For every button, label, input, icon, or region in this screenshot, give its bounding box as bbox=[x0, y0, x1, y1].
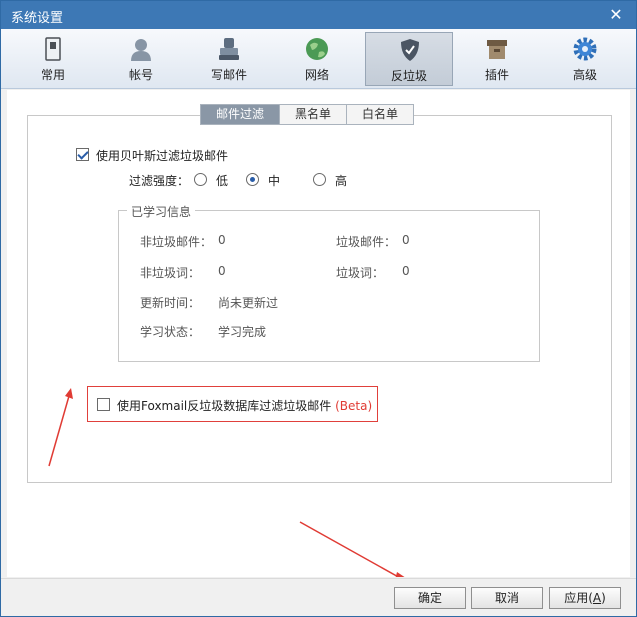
gear-icon bbox=[573, 37, 597, 61]
title-bar: 系统设置 ✕ bbox=[1, 1, 636, 29]
strength-medium-radio[interactable] bbox=[246, 173, 259, 186]
learn-state-value: 学习完成 bbox=[218, 325, 267, 339]
spam-mail-label: 垃圾邮件： bbox=[336, 235, 397, 249]
filter-panel: 使用贝叶斯过滤垃圾邮件 过滤强度： 低 中 高 已学习信息 非垃圾邮件： 0 垃… bbox=[27, 115, 612, 483]
bayes-checkbox[interactable] bbox=[76, 148, 89, 161]
shield-icon bbox=[401, 39, 419, 61]
tab-antispam[interactable]: 反垃圾 bbox=[365, 32, 453, 86]
strength-label: 过滤强度： bbox=[129, 174, 190, 188]
box-icon bbox=[487, 40, 507, 59]
update-time-label: 更新时间： bbox=[140, 296, 201, 310]
filter-subtabs: 邮件过滤 黑名单 白名单 bbox=[200, 104, 415, 125]
nonspam-word-value: 0 bbox=[218, 264, 226, 278]
globe-icon bbox=[306, 38, 328, 60]
strength-medium-label: 中 bbox=[268, 174, 281, 188]
strength-high-label: 高 bbox=[335, 174, 348, 188]
nonspam-mail-label: 非垃圾邮件： bbox=[140, 235, 213, 249]
foxmail-db-highlight: 使用Foxmail反垃圾数据库过滤垃圾邮件 (Beta) bbox=[87, 386, 378, 422]
tab-advanced[interactable]: 高级 bbox=[541, 32, 629, 86]
nonspam-word-label: 非垃圾词： bbox=[140, 266, 201, 280]
strength-high-radio[interactable] bbox=[313, 173, 326, 186]
strength-low-label: 低 bbox=[216, 174, 229, 188]
stamp-icon bbox=[219, 38, 239, 60]
content-area: 使用贝叶斯过滤垃圾邮件 过滤强度： 低 中 高 已学习信息 非垃圾邮件： 0 垃… bbox=[7, 90, 630, 577]
tab-account[interactable]: 帐号 bbox=[97, 32, 185, 86]
learned-info-title: 已学习信息 bbox=[127, 203, 196, 220]
arrow-to-ok bbox=[299, 521, 400, 577]
subtab-blacklist[interactable]: 黑名单 bbox=[279, 104, 348, 125]
strength-low-radio[interactable] bbox=[194, 173, 207, 186]
spam-word-label: 垃圾词： bbox=[336, 266, 385, 280]
apply-button[interactable]: 应用(A) bbox=[549, 587, 621, 609]
update-time-value: 尚未更新过 bbox=[218, 296, 279, 310]
tab-network[interactable]: 网络 bbox=[273, 32, 361, 86]
dialog-footer: 确定 取消 应用(A) bbox=[1, 578, 636, 616]
foxmail-db-checkbox[interactable] bbox=[97, 398, 110, 411]
window-title: 系统设置 bbox=[11, 11, 64, 26]
close-icon[interactable]: ✕ bbox=[606, 5, 626, 25]
settings-window: 系统设置 ✕ 常用 帐号 写邮件 网络 反垃圾 插件 高级 使用贝叶斯过滤垃圾邮… bbox=[0, 0, 637, 617]
settings-toolbar: 常用 帐号 写邮件 网络 反垃圾 插件 高级 bbox=[1, 29, 636, 89]
spam-mail-value: 0 bbox=[402, 233, 410, 247]
user-icon bbox=[131, 39, 151, 61]
bayes-label: 使用贝叶斯过滤垃圾邮件 bbox=[96, 149, 229, 163]
subtab-whitelist[interactable]: 白名单 bbox=[346, 104, 415, 125]
tab-general[interactable]: 常用 bbox=[9, 32, 97, 86]
tab-compose[interactable]: 写邮件 bbox=[185, 32, 273, 86]
arrow-head-ok bbox=[395, 572, 405, 577]
spam-word-value: 0 bbox=[402, 264, 410, 278]
cancel-button[interactable]: 取消 bbox=[471, 587, 543, 609]
ok-button[interactable]: 确定 bbox=[394, 587, 466, 609]
learn-state-label: 学习状态： bbox=[140, 325, 201, 339]
learned-info-group: 已学习信息 非垃圾邮件： 0 垃圾邮件： 0 非垃圾词： 0 垃圾词： 0 更新… bbox=[118, 203, 540, 362]
nonspam-mail-value: 0 bbox=[218, 233, 226, 247]
phone-icon bbox=[45, 37, 61, 61]
subtab-mail-filter[interactable]: 邮件过滤 bbox=[200, 104, 281, 125]
tab-plugins[interactable]: 插件 bbox=[453, 32, 541, 86]
beta-badge: (Beta) bbox=[335, 399, 373, 413]
foxmail-db-label: 使用Foxmail反垃圾数据库过滤垃圾邮件 (Beta) bbox=[117, 399, 373, 413]
